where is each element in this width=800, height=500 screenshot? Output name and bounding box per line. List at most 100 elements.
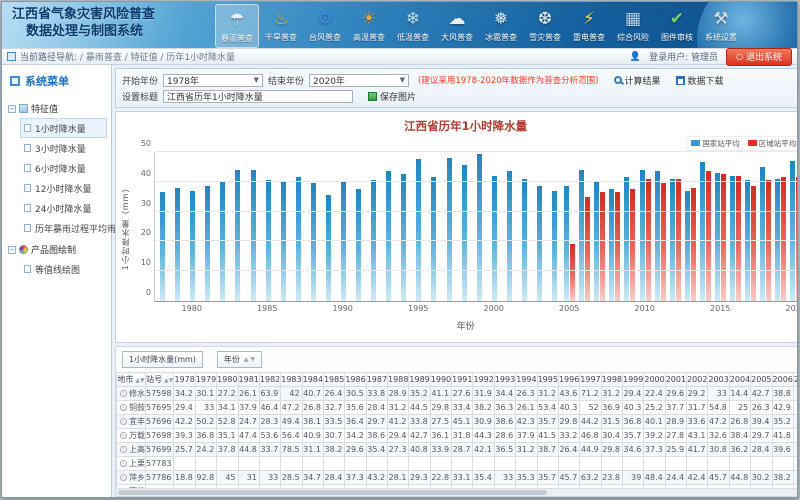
bar-national-1986[interactable] — [281, 182, 286, 301]
tree-item-12小时降水量[interactable]: 12小时降水量 — [20, 178, 107, 198]
col-header-year-1984[interactable]: 1984 — [302, 373, 323, 387]
chart-title-input[interactable] — [163, 90, 353, 103]
data-download-button[interactable]: 数据下载 — [676, 74, 724, 87]
bar-regional-2017[interactable] — [751, 186, 756, 301]
cell-city-万载[interactable]: 万载 — [117, 429, 146, 443]
tree-item-等值线绘图[interactable]: 等值线绘图 — [20, 259, 107, 279]
col-header-year-1989[interactable]: 1989 — [409, 373, 430, 387]
col-header-year-1987[interactable]: 1987 — [366, 373, 387, 387]
bar-regional-2016[interactable] — [736, 176, 741, 301]
expand-row-icon[interactable] — [120, 418, 127, 425]
bar-national-1984[interactable] — [251, 170, 256, 301]
col-header-year-1999[interactable]: 1999 — [623, 373, 644, 387]
col-header-year-1990[interactable]: 1990 — [430, 373, 451, 387]
toolbar-item-图件审核[interactable]: ✔图件审核 — [655, 4, 699, 48]
tree-item-历年暴雨过程平均雨量[interactable]: 历年暴雨过程平均雨量 — [20, 218, 107, 238]
bar-national-2010[interactable] — [640, 170, 645, 301]
bar-regional-2005[interactable] — [570, 244, 575, 301]
bar-regional-2006[interactable] — [585, 197, 590, 301]
bar-regional-2011[interactable] — [661, 183, 666, 301]
bar-national-2000[interactable] — [492, 176, 497, 301]
toolbar-item-系统设置[interactable]: ⚒系统设置 — [699, 4, 743, 48]
hscroll-thumb[interactable] — [118, 490, 547, 495]
expand-row-icon[interactable] — [120, 474, 127, 481]
bar-regional-2014[interactable] — [706, 171, 711, 301]
logout-button[interactable]: ○ 退出系统 — [726, 48, 792, 66]
toolbar-item-冰雹普查[interactable]: ❅冰雹普查 — [479, 4, 523, 48]
toolbar-item-干旱普查[interactable]: ♨干旱普查 — [259, 4, 303, 48]
col-header-year-1993[interactable]: 1993 — [494, 373, 515, 387]
bar-regional-2020[interactable] — [796, 177, 798, 301]
col-header-year-1986[interactable]: 1986 — [345, 373, 366, 387]
tree-item-3小时降水量[interactable]: 3小时降水量 — [20, 138, 107, 158]
col-header-station[interactable]: 站号 ▲▼ — [146, 373, 174, 387]
col-header-year-2003[interactable]: 2003 — [708, 373, 729, 387]
toolbar-item-高温普查[interactable]: ☀高温普查 — [347, 4, 391, 48]
toolbar-item-台风普查[interactable]: ⚙台风普查 — [303, 4, 347, 48]
bar-national-1981[interactable] — [205, 186, 210, 301]
bar-national-2018[interactable] — [760, 167, 765, 301]
bar-national-2015[interactable] — [715, 173, 720, 301]
bar-national-2016[interactable] — [730, 176, 735, 301]
col-header-year-1998[interactable]: 1998 — [601, 373, 622, 387]
toolbar-item-综合风险[interactable]: ▦综合风险 — [611, 4, 655, 48]
toolbar-item-暴雨普查[interactable]: ☂暴雨普查 — [215, 4, 259, 48]
bar-national-1983[interactable] — [235, 170, 240, 301]
cell-city-修水[interactable]: 修水 — [117, 387, 146, 401]
bar-national-2011[interactable] — [655, 171, 660, 301]
cell-city-宜丰[interactable]: 宜丰 — [117, 415, 146, 429]
toolbar-item-大风普查[interactable]: ☁大风普查 — [435, 4, 479, 48]
tree-item-1小时降水量[interactable]: 1小时降水量 — [20, 118, 107, 138]
tree-item-24小时降水量[interactable]: 24小时降水量 — [20, 198, 107, 218]
cell-city-上高[interactable]: 上高 — [117, 443, 146, 457]
bar-national-1979[interactable] — [175, 188, 180, 301]
bar-regional-2013[interactable] — [691, 188, 696, 301]
bar-national-2004[interactable] — [552, 191, 557, 301]
bar-national-1998[interactable] — [462, 165, 467, 301]
bar-national-1993[interactable] — [386, 171, 391, 301]
bar-national-2001[interactable] — [507, 171, 512, 301]
col-header-year-1985[interactable]: 1985 — [323, 373, 344, 387]
col-header-year-2002[interactable]: 2002 — [687, 373, 708, 387]
col-header-year-1996[interactable]: 1996 — [558, 373, 579, 387]
bar-national-1997[interactable] — [447, 158, 452, 301]
bar-national-1982[interactable] — [220, 182, 225, 301]
bar-national-2009[interactable] — [624, 177, 629, 301]
collapse-icon[interactable]: − — [8, 105, 16, 113]
col-header-year-1979[interactable]: 1979 — [195, 373, 216, 387]
start-year-select[interactable]: 1978年 ▼ — [163, 74, 263, 87]
toolbar-item-雪灾普查[interactable]: ❆雪灾普查 — [523, 4, 567, 48]
save-image-button[interactable]: 保存图片 — [368, 90, 416, 103]
measure-filter-button[interactable]: 1小时降水量(mm) — [122, 351, 203, 368]
cell-city-上栗[interactable]: 上栗 — [117, 457, 146, 471]
toolbar-item-雷电普查[interactable]: ⚡雷电普查 — [567, 4, 611, 48]
col-header-year-1978[interactable]: 1978 — [174, 373, 195, 387]
year-filter-button[interactable]: 年份 ▲ ▼ — [217, 351, 262, 368]
col-header-year-1991[interactable]: 1991 — [452, 373, 473, 387]
col-header-year-1982[interactable]: 1982 — [259, 373, 280, 387]
col-header-year-1988[interactable]: 1988 — [388, 373, 409, 387]
end-year-select[interactable]: 2020年 ▼ — [309, 74, 409, 87]
col-header-year-2005[interactable]: 2005 — [751, 373, 772, 387]
col-header-year-2001[interactable]: 2001 — [665, 373, 686, 387]
toolbar-item-低温普查[interactable]: ❄低温普查 — [391, 4, 435, 48]
col-header-year-2000[interactable]: 2000 — [644, 373, 665, 387]
bar-national-2008[interactable] — [609, 189, 614, 301]
col-header-year-1992[interactable]: 1992 — [473, 373, 494, 387]
bar-national-1999[interactable] — [477, 154, 482, 302]
col-header-year-1997[interactable]: 1997 — [580, 373, 601, 387]
legend-item-区域站平均[interactable]: 区域站平均 — [748, 138, 797, 149]
bar-regional-2015[interactable] — [721, 174, 726, 301]
expand-row-icon[interactable] — [120, 404, 127, 411]
cell-city-铜鼓[interactable]: 铜鼓 — [117, 401, 146, 415]
bar-regional-2008[interactable] — [615, 192, 620, 301]
expand-row-icon[interactable] — [120, 446, 127, 453]
col-header-city[interactable]: 地市 ▲▼ — [117, 373, 146, 387]
bar-national-2020[interactable] — [790, 161, 795, 301]
expand-row-icon[interactable] — [120, 432, 127, 439]
bar-national-1990[interactable] — [341, 182, 346, 301]
collapse-icon[interactable]: − — [8, 246, 16, 254]
expand-row-icon[interactable] — [120, 390, 127, 397]
bar-national-2007[interactable] — [594, 182, 599, 301]
cell-city-萍乡[interactable]: 萍乡 — [117, 471, 146, 485]
